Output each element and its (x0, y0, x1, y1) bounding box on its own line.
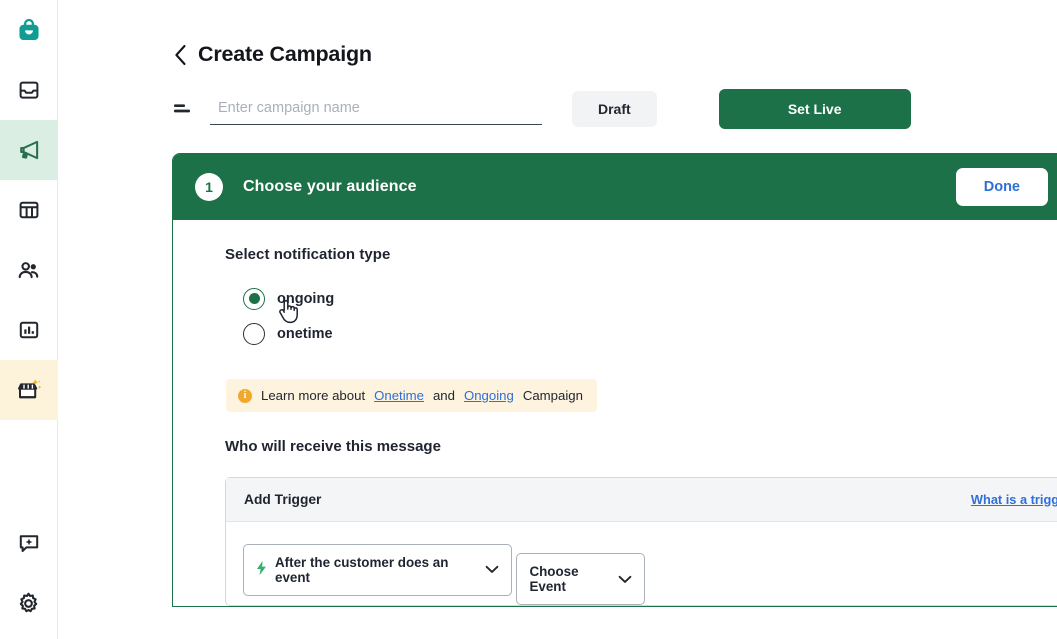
sidebar-item-settings[interactable] (0, 573, 58, 633)
main-content: Create Campaign Draft Set Live 1 Choose … (58, 0, 1057, 639)
onetime-link[interactable]: Onetime (374, 388, 424, 403)
step-card-audience: 1 Choose your audience Done Select notif… (172, 153, 1057, 607)
page-title: Create Campaign (198, 42, 372, 66)
bag-icon (16, 17, 42, 43)
draft-status-button[interactable]: Draft (572, 91, 657, 127)
radio-onetime-label: onetime (277, 325, 333, 342)
radio-ongoing-label: ongoing (277, 290, 335, 307)
sidebar-item-storefront[interactable] (0, 360, 58, 420)
description-icon (172, 97, 196, 121)
info-text-before: Learn more about (261, 388, 366, 403)
step-card-body: Select notification type ongoing onetime (173, 220, 1057, 606)
sidebar-item-templates[interactable] (0, 180, 58, 240)
sidebar-item-analytics[interactable] (0, 300, 58, 360)
set-live-button[interactable]: Set Live (718, 89, 911, 129)
chat-sparkle-icon (17, 531, 41, 555)
step-number-badge: 1 (195, 173, 223, 201)
app-root: Create Campaign Draft Set Live 1 Choose … (0, 0, 1057, 639)
sidebar-item-feedback[interactable] (0, 513, 58, 573)
who-receives-label: Who will receive this message (225, 438, 441, 455)
radio-ongoing-icon (243, 287, 265, 310)
info-text-middle: and (432, 388, 455, 403)
campaign-name-row: Draft Set Live (58, 67, 1057, 129)
choose-event-value: Choose Event (529, 564, 579, 594)
add-trigger-title: Add Trigger (244, 492, 322, 507)
radio-onetime-icon (243, 322, 265, 345)
left-sidebar (0, 0, 58, 639)
info-icon: i (238, 388, 252, 403)
page-header: Create Campaign (58, 0, 1057, 67)
ongoing-link[interactable]: Ongoing (464, 388, 514, 403)
radio-ongoing-dot (248, 293, 260, 304)
info-banner: i Learn more about Onetime and Ongoing C… (226, 379, 597, 412)
trigger-type-select[interactable]: After the customer does an event (243, 543, 512, 596)
notification-type-radio-group: ongoing onetime (243, 281, 1057, 351)
radio-option-onetime[interactable]: onetime (243, 316, 1057, 351)
add-trigger-body: After the customer does an event Choose … (226, 522, 1057, 605)
info-text-after: Campaign (522, 388, 583, 403)
sidebar-item-campaigns[interactable] (0, 120, 58, 180)
gear-icon (16, 591, 41, 616)
people-icon (16, 258, 41, 283)
choose-event-select[interactable]: Choose Event (516, 553, 646, 605)
campaign-name-input[interactable] (210, 93, 542, 125)
trigger-type-value: After the customer does an event (275, 554, 449, 585)
chevron-left-icon[interactable] (172, 44, 188, 66)
what-is-a-trigger-link[interactable]: What is a trigger? (971, 492, 1057, 507)
step-card-title: Choose your audience (243, 178, 417, 195)
layout-icon (17, 198, 41, 222)
store-sparkle-icon (15, 376, 43, 404)
radio-option-ongoing[interactable]: ongoing (243, 281, 1057, 316)
notification-type-label: Select notification type (225, 246, 391, 263)
done-button[interactable]: Done (955, 168, 1048, 206)
inbox-icon (17, 78, 41, 102)
sidebar-item-logo[interactable] (0, 0, 58, 60)
sidebar-item-audience[interactable] (0, 240, 58, 300)
chevron-down-icon (618, 572, 632, 587)
step-card-header: 1 Choose your audience Done (173, 154, 1057, 220)
sidebar-item-inbox[interactable] (0, 60, 58, 120)
bar-chart-icon (17, 318, 41, 342)
add-trigger-box: Add Trigger What is a trigger? After the… (225, 477, 1057, 606)
add-trigger-header: Add Trigger What is a trigger? (226, 478, 1057, 522)
bolt-icon (256, 560, 267, 579)
megaphone-icon (16, 137, 42, 163)
chevron-down-icon (485, 562, 499, 577)
